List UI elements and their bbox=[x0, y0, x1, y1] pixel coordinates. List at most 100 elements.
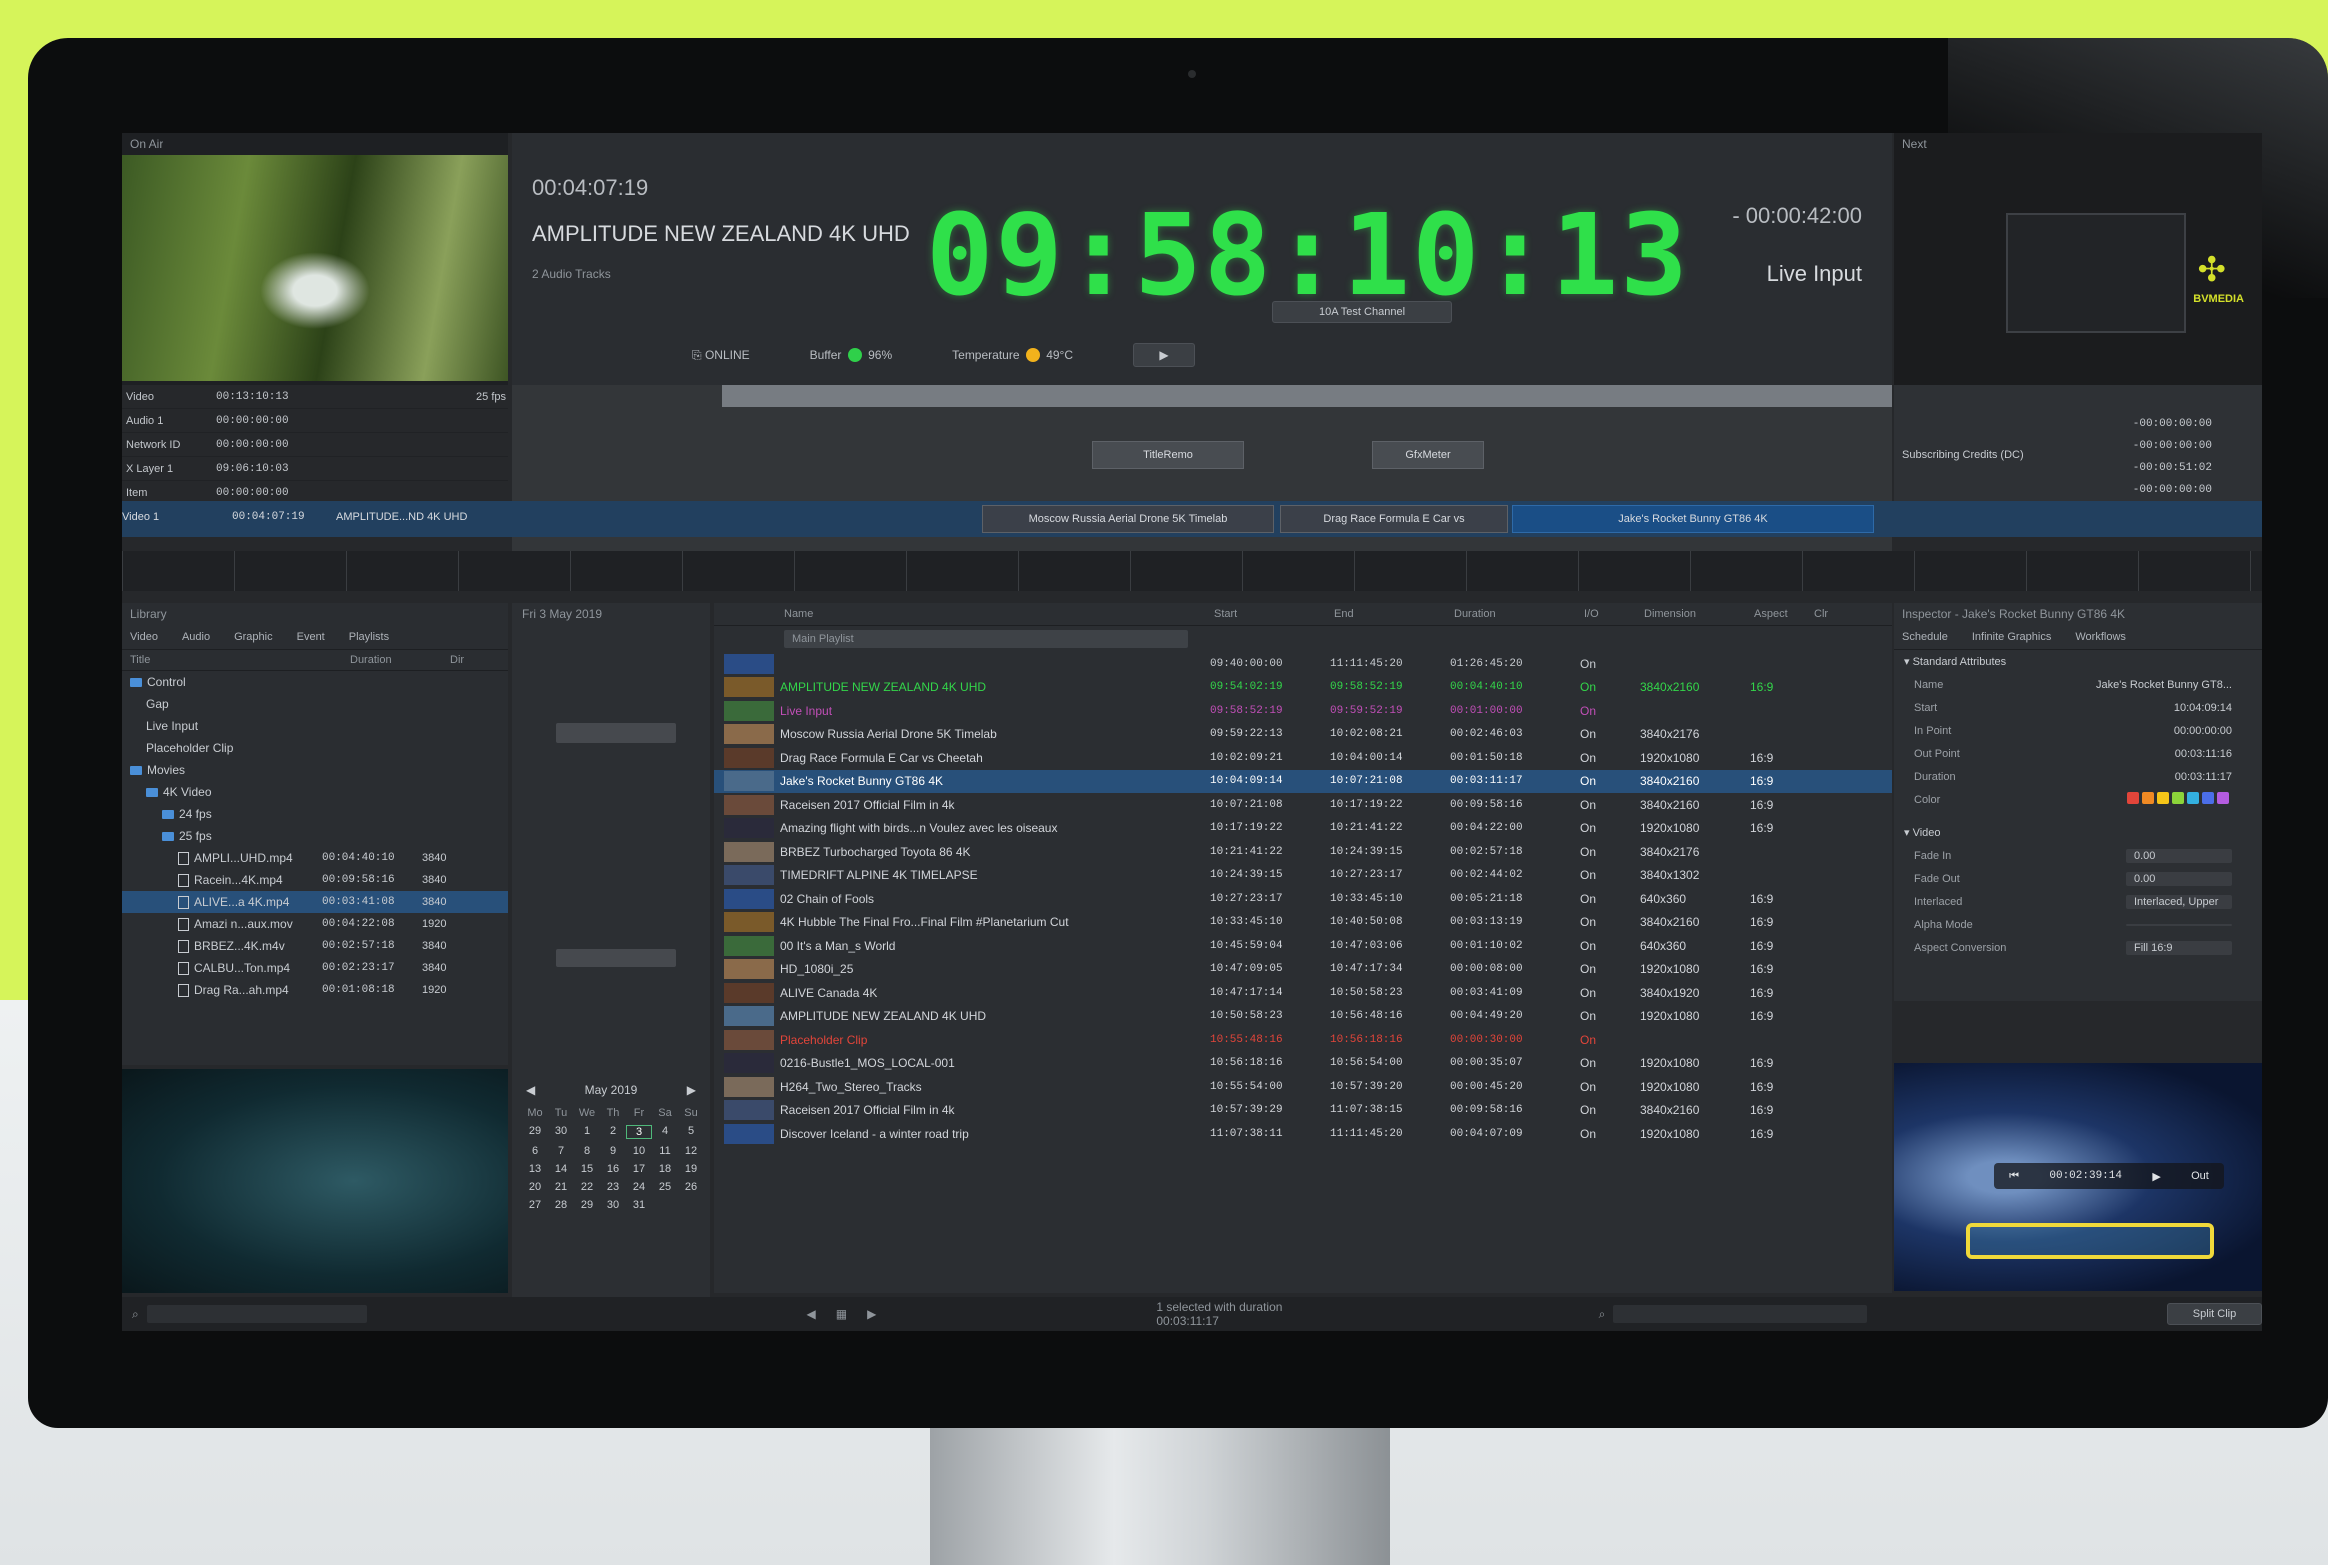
calendar-day[interactable]: 10 bbox=[626, 1145, 652, 1157]
playlist-search-input[interactable] bbox=[1613, 1305, 1867, 1323]
playlist-row[interactable]: 09:40:00:00 11:11:45:20 01:26:45:20 On bbox=[714, 652, 1892, 676]
color-swatch[interactable] bbox=[2187, 792, 2199, 804]
playlist-row[interactable]: H264_Two_Stereo_Tracks 10:55:54:00 10:57:3… bbox=[714, 1075, 1892, 1099]
inspector-tab[interactable]: Schedule bbox=[1902, 631, 1948, 643]
timeline-ruler[interactable] bbox=[122, 551, 2262, 591]
library-tab[interactable]: Event bbox=[297, 631, 325, 643]
calendar-day[interactable]: 28 bbox=[548, 1199, 574, 1211]
playlist-row[interactable]: Raceisen 2017 Official Film in 4k 10:07:2… bbox=[714, 793, 1892, 817]
calendar-day[interactable]: 29 bbox=[522, 1125, 548, 1139]
prev-month-icon[interactable]: ◀ bbox=[526, 1083, 535, 1097]
playlist-row[interactable]: TIMEDRIFT ALPINE 4K TIMELAPSE 10:24:39:15… bbox=[714, 864, 1892, 888]
playlist-row[interactable]: 4K Hubble The Final Fro...Final Film #Pl… bbox=[714, 911, 1892, 935]
column-header[interactable]: Aspect bbox=[1754, 608, 1814, 620]
playlist-row[interactable]: HD_1080i_25 10:47:09:05 10:47:17:34 00:00:0… bbox=[714, 958, 1892, 982]
field-value[interactable]: Fill 16:9 bbox=[2126, 940, 2232, 955]
section-video[interactable]: ▾ Video bbox=[1894, 821, 2262, 844]
playlist-row[interactable]: Raceisen 2017 Official Film in 4k 10:57:3… bbox=[714, 1099, 1892, 1123]
calendar-day[interactable]: 15 bbox=[574, 1163, 600, 1175]
playlist-row[interactable]: Moscow Russia Aerial Drone 5K Timelab 09:… bbox=[714, 723, 1892, 747]
timeline-clip-selected[interactable]: Jake's Rocket Bunny GT86 4K bbox=[1512, 505, 1874, 533]
timeline-clip[interactable]: Moscow Russia Aerial Drone 5K Timelab bbox=[982, 505, 1274, 533]
color-swatch[interactable] bbox=[2157, 792, 2169, 804]
prev-icon[interactable]: ◀ bbox=[807, 1307, 816, 1321]
calendar-day[interactable]: 8 bbox=[574, 1145, 600, 1157]
column-header[interactable]: Start bbox=[1214, 608, 1334, 620]
library-tab[interactable]: Playlists bbox=[349, 631, 389, 643]
playlist-row[interactable]: Drag Race Formula E Car vs Cheetah 10:02:… bbox=[714, 746, 1892, 770]
calendar-day[interactable]: 17 bbox=[626, 1163, 652, 1175]
playlist-row[interactable]: AMPLITUDE NEW ZEALAND 4K UHD 09:54:02:19 0… bbox=[714, 676, 1892, 700]
playlist-row[interactable]: 00 It's a Man_s World 10:45:59:04 10:47:03… bbox=[714, 934, 1892, 958]
calendar-day[interactable]: 24 bbox=[626, 1181, 652, 1193]
playlist-row[interactable]: AMPLITUDE NEW ZEALAND 4K UHD 10:50:58:23 1… bbox=[714, 1005, 1892, 1029]
color-swatch[interactable] bbox=[2202, 792, 2214, 804]
calendar-day[interactable]: 29 bbox=[574, 1199, 600, 1211]
calendar-event[interactable] bbox=[556, 723, 676, 743]
calendar-day[interactable] bbox=[678, 1199, 704, 1211]
calendar-icon[interactable]: ▦ bbox=[836, 1307, 847, 1321]
playlist-row[interactable]: ALIVE Canada 4K 10:47:17:14 10:50:58:23 00:… bbox=[714, 981, 1892, 1005]
search-icon[interactable]: ⌕ bbox=[132, 1307, 139, 1322]
tree-item[interactable]: Movies bbox=[122, 759, 508, 781]
library-tab[interactable]: Audio bbox=[182, 631, 210, 643]
column-header[interactable]: Name bbox=[784, 608, 1214, 620]
column-header[interactable]: Clr bbox=[1814, 608, 1874, 620]
calendar-day[interactable]: 13 bbox=[522, 1163, 548, 1175]
tree-item[interactable]: Live Input bbox=[122, 715, 508, 737]
calendar-day[interactable]: 6 bbox=[522, 1145, 548, 1157]
field-value[interactable]: 0.00 bbox=[2126, 871, 2232, 886]
color-swatch[interactable] bbox=[2217, 792, 2229, 804]
field-value[interactable]: Jake's Rocket Bunny GT8... bbox=[2096, 679, 2232, 691]
track-row[interactable]: X Layer 1 09:06:10:03 bbox=[122, 457, 508, 481]
tree-item[interactable]: Racein...4K.mp4 00:09:58:16 3840 bbox=[122, 869, 508, 891]
section-standard[interactable]: ▾ Standard Attributes bbox=[1894, 650, 2262, 673]
calendar-day[interactable]: 5 bbox=[678, 1125, 704, 1139]
calendar-day[interactable]: 4 bbox=[652, 1125, 678, 1139]
playlist-row[interactable]: Live Input 09:58:52:19 09:59:52:19 00:01:00… bbox=[714, 699, 1892, 723]
timeline-marker[interactable]: GfxMeter bbox=[1372, 441, 1484, 469]
color-swatch[interactable] bbox=[2172, 792, 2184, 804]
track-row[interactable]: Audio 1 00:00:00:00 bbox=[122, 409, 508, 433]
tree-item[interactable]: 24 fps bbox=[122, 803, 508, 825]
tree-item[interactable]: Placeholder Clip bbox=[122, 737, 508, 759]
calendar-day[interactable]: 1 bbox=[574, 1125, 600, 1139]
playlist-row[interactable]: Placeholder Clip 10:55:48:16 10:56:18:16 00… bbox=[714, 1028, 1892, 1052]
calendar-day[interactable]: 9 bbox=[600, 1145, 626, 1157]
column-header[interactable]: I/O bbox=[1584, 608, 1644, 620]
inspector-tab[interactable]: Workflows bbox=[2075, 631, 2126, 643]
skip-back-icon[interactable]: ⏮ bbox=[2009, 1170, 2019, 1183]
calendar-day[interactable]: 31 bbox=[626, 1199, 652, 1211]
play-icon[interactable]: ▶ bbox=[2152, 1170, 2160, 1183]
trim-handle[interactable] bbox=[1966, 1223, 2214, 1259]
calendar-day[interactable]: 20 bbox=[522, 1181, 548, 1193]
tree-item[interactable]: CALBU...Ton.mp4 00:02:23:17 3840 bbox=[122, 957, 508, 979]
field-value[interactable]: 00:00:00:00 bbox=[2174, 725, 2232, 737]
tree-item[interactable]: AMPLI...UHD.mp4 00:04:40:10 3840 bbox=[122, 847, 508, 869]
color-swatches[interactable] bbox=[2127, 792, 2232, 807]
calendar-day[interactable] bbox=[652, 1199, 678, 1211]
color-swatch[interactable] bbox=[2127, 792, 2139, 804]
timeline-scroll-track[interactable] bbox=[722, 385, 1892, 407]
calendar-day[interactable]: 18 bbox=[652, 1163, 678, 1175]
calendar-day[interactable]: 11 bbox=[652, 1145, 678, 1157]
calendar-day[interactable]: 16 bbox=[600, 1163, 626, 1175]
calendar-day[interactable]: 26 bbox=[678, 1181, 704, 1193]
play-button[interactable]: ▶ bbox=[1133, 343, 1195, 367]
playlist-row[interactable]: Amazing flight with birds...n Voulez ave… bbox=[714, 817, 1892, 841]
calendar-day[interactable]: 7 bbox=[548, 1145, 574, 1157]
calendar-day[interactable]: 12 bbox=[678, 1145, 704, 1157]
calendar-day[interactable]: 30 bbox=[600, 1199, 626, 1211]
calendar-day[interactable]: 25 bbox=[652, 1181, 678, 1193]
calendar-day[interactable]: 19 bbox=[678, 1163, 704, 1175]
playlist-row[interactable]: 02 Chain of Fools 10:27:23:17 10:33:45:10 0… bbox=[714, 887, 1892, 911]
tree-item[interactable]: Drag Ra...ah.mp4 00:01:08:18 1920 bbox=[122, 979, 508, 1001]
field-value[interactable]: 10:04:09:14 bbox=[2174, 702, 2232, 714]
tree-item[interactable]: 4K Video bbox=[122, 781, 508, 803]
split-clip-button[interactable]: Split Clip bbox=[2167, 1303, 2262, 1325]
track-row[interactable]: Network ID 00:00:00:00 bbox=[122, 433, 508, 457]
search-icon[interactable]: ⌕ bbox=[1599, 1307, 1606, 1322]
out-button[interactable]: Out bbox=[2191, 1170, 2209, 1182]
tree-item[interactable]: ALIVE...a 4K.mp4 00:03:41:08 3840 bbox=[122, 891, 508, 913]
calendar-day[interactable]: 3 bbox=[626, 1125, 652, 1139]
